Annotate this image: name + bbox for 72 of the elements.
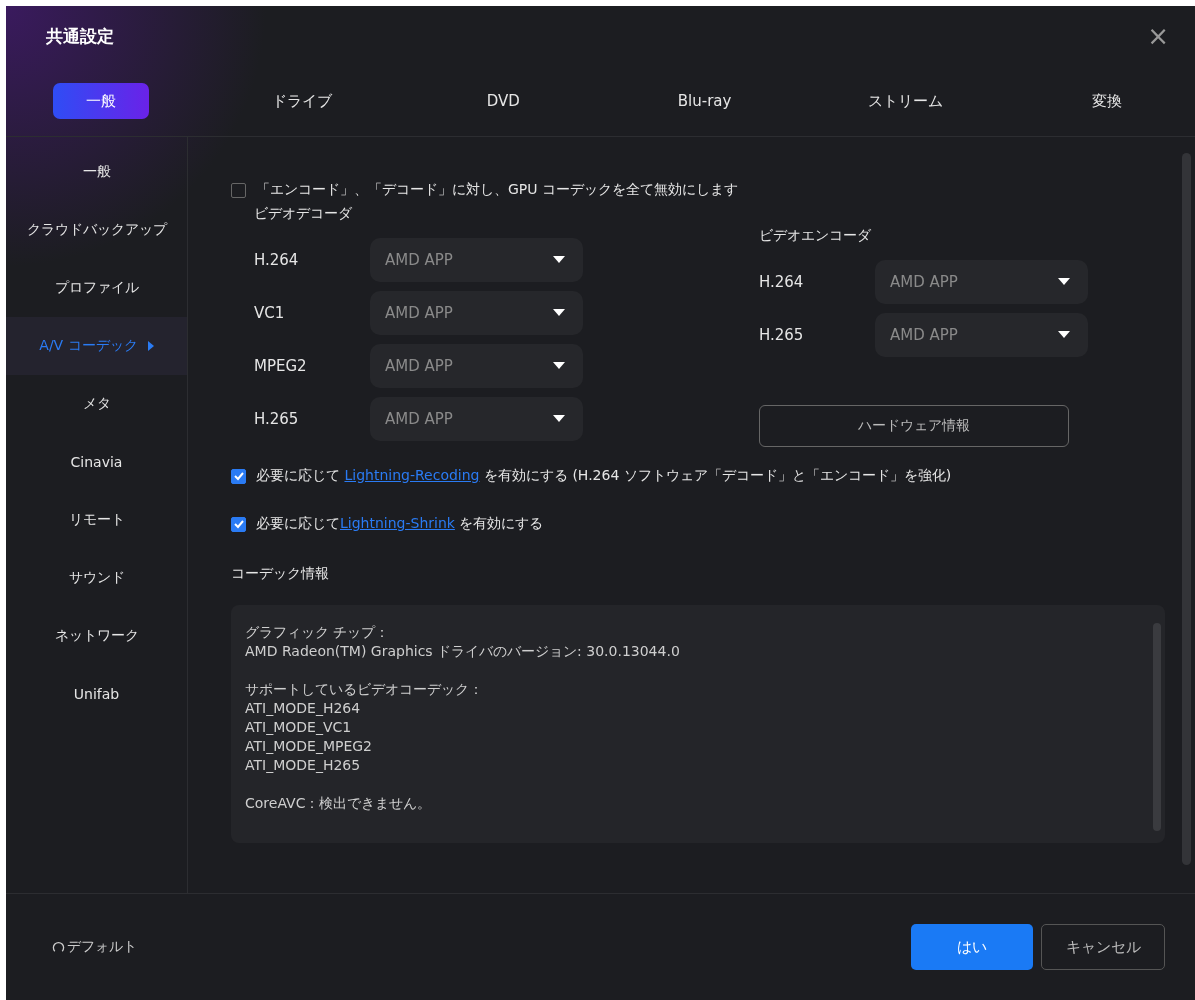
window-title: 共通設定: [46, 24, 114, 48]
dropdown[interactable]: AMD APP: [370, 396, 583, 441]
info-line: AMD Radeon(TM) Graphics ドライバのバージョン: 30.0.13044.0: [245, 642, 681, 661]
scrollbar[interactable]: [1182, 153, 1191, 865]
cancel-button[interactable]: キャンセル: [1041, 924, 1165, 970]
info-line: ATI_MODE_VC1: [245, 718, 353, 737]
sidebar-label: プロファイル: [54, 279, 139, 297]
refresh-icon: [52, 940, 65, 954]
sidebar-label: リモート: [68, 511, 125, 529]
ok-button[interactable]: はい: [911, 924, 1033, 970]
sidebar-label: A/V コーデック: [39, 337, 138, 355]
option-text: 必要に応じて Lightning-Recoding を有効にする (H.264 ソフトウェア「デコード」と「エンコード」を強化): [256, 467, 952, 485]
info-line: CoreAVC：検出できません。: [245, 794, 433, 813]
tab[interactable]: ドライブ: [254, 83, 351, 119]
sidebar-item[interactable]: Cinavia: [6, 433, 187, 491]
sidebar-item[interactable]: プロファイル: [6, 259, 187, 317]
dropdown-caret-icon: [553, 415, 565, 422]
section-title: コーデック情報: [231, 565, 330, 583]
dropdown[interactable]: AMD APP: [370, 290, 583, 335]
hardware-info-button[interactable]: ハードウェア情報: [759, 405, 1069, 447]
section-title: ビデオデコーダ: [254, 205, 353, 223]
dropdown-caret-icon: [553, 256, 565, 263]
link[interactable]: Lightning-Recoding: [344, 467, 480, 483]
sidebar-label: Unifab: [73, 686, 120, 702]
sidebar-label: Cinavia: [70, 454, 123, 470]
close-button[interactable]: ×: [1141, 20, 1175, 52]
dropdown-caret-icon: [1058, 331, 1070, 338]
dropdown[interactable]: AMD APP: [370, 237, 583, 282]
dropdown[interactable]: AMD APP: [370, 343, 583, 388]
sidebar-item[interactable]: サウンド: [6, 549, 187, 607]
info-line: グラフィック チップ：: [245, 623, 391, 642]
info-line: ATI_MODE_H264: [245, 699, 362, 718]
option-text: 必要に応じて Lightning-Shrink を有効にする: [256, 515, 544, 533]
dropdown-caret-icon: [553, 309, 565, 316]
dropdown[interactable]: AMD APP: [875, 312, 1088, 357]
sidebar-label: ネットワーク: [54, 627, 139, 645]
info-line: ATI_MODE_H265: [245, 756, 362, 775]
dropdown-caret-icon: [553, 362, 565, 369]
sidebar-item[interactable]: リモート: [6, 491, 187, 549]
info-line: ATI_MODE_MPEG2: [245, 737, 374, 756]
tab[interactable]: DVD: [455, 83, 552, 119]
link[interactable]: Lightning-Shrink: [340, 515, 455, 531]
checkbox[interactable]: [231, 516, 246, 532]
sidebar-item[interactable]: A/V コーデック: [6, 317, 187, 375]
caret-icon: [147, 341, 154, 351]
codec-label: H.265: [759, 325, 805, 344]
info-line: サポートしているビデオコーデック：: [245, 680, 484, 699]
dropdown-caret-icon: [1058, 278, 1070, 285]
checkbox[interactable]: [231, 182, 246, 198]
tab[interactable]: 一般: [53, 83, 149, 119]
dropdown[interactable]: AMD APP: [875, 259, 1088, 304]
codec-label: H.265: [254, 409, 300, 428]
sidebar-label: サウンド: [68, 569, 125, 587]
tab[interactable]: ストリーム: [857, 83, 954, 119]
sidebar-label: クラウドバックアップ: [26, 221, 167, 239]
default-button[interactable]: デフォルト: [46, 937, 143, 957]
sidebar-item[interactable]: 一般: [6, 143, 187, 201]
codec-label: H.264: [254, 250, 300, 269]
sidebar-item[interactable]: ネットワーク: [6, 607, 187, 665]
codec-label: MPEG2: [254, 356, 308, 375]
checkbox[interactable]: [231, 468, 246, 484]
codec-label: VC1: [254, 303, 286, 322]
sidebar-label: 一般: [82, 163, 111, 181]
sidebar-item[interactable]: Unifab: [6, 665, 187, 723]
codec-label: H.264: [759, 272, 805, 291]
section-title: ビデオエンコーダ: [759, 227, 872, 245]
tab[interactable]: Blu-ray: [656, 83, 753, 119]
checkbox-label: 「エンコード」、「デコード」に対し、GPU コーデックを全て無効にします: [256, 181, 738, 199]
sidebar-label: メタ: [82, 395, 111, 413]
sidebar-item[interactable]: メタ: [6, 375, 187, 433]
sidebar-item[interactable]: クラウドバックアップ: [6, 201, 187, 259]
tab[interactable]: 変換: [1058, 83, 1155, 119]
